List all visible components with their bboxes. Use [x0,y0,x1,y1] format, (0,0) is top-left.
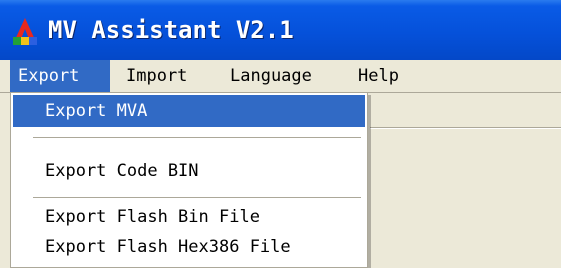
window-title: MV Assistant V2.1 [48,16,294,44]
menu-help[interactable]: Help [350,60,407,92]
title-bar: MV Assistant V2.1 [0,0,561,60]
menu-language[interactable]: Language [222,60,320,92]
menu-export[interactable]: Export [10,60,110,92]
menu-item-export-code-bin[interactable]: Export Code BIN [13,155,365,187]
menu-import[interactable]: Import [118,60,195,92]
menu-item-export-mva[interactable]: Export MVA [13,95,365,127]
menu-item-export-flash-bin[interactable]: Export Flash Bin File [13,201,365,233]
app-logo-icon [13,18,37,45]
toolbar-divider-highlight [370,128,561,129]
menu-separator [33,137,361,138]
menu-bar: Export Import Language Help [0,60,561,92]
export-dropdown-menu: Export MVA Export Code BIN Export Flash … [10,92,368,268]
menu-item-export-flash-hex386[interactable]: Export Flash Hex386 File [13,231,365,263]
menu-separator [33,197,361,198]
